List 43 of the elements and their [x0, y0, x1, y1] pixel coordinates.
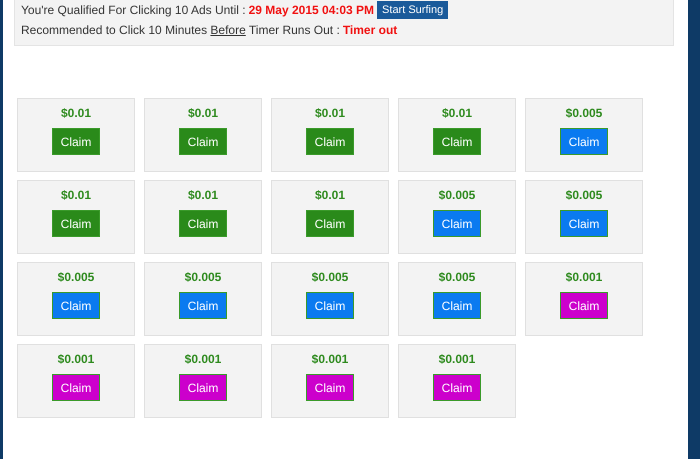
claim-button[interactable]: Claim	[179, 210, 227, 237]
claim-button[interactable]: Claim	[179, 374, 227, 401]
claim-button[interactable]: Claim	[560, 210, 608, 237]
claim-button[interactable]: Claim	[433, 210, 481, 237]
ad-amount: $0.001	[58, 352, 94, 366]
ad-amount: $0.005	[312, 270, 348, 284]
ad-amount: $0.005	[438, 188, 476, 202]
ad-amount: $0.001	[312, 352, 348, 366]
claim-button[interactable]: Claim	[52, 292, 100, 319]
claim-button[interactable]: Claim	[560, 292, 608, 319]
ad-amount: $0.005	[438, 270, 476, 284]
ad-amount: $0.005	[184, 270, 222, 284]
claim-button[interactable]: Claim	[52, 210, 100, 237]
claim-button[interactable]: Claim	[433, 128, 481, 155]
ad-amount: $0.005	[566, 106, 602, 120]
claim-button[interactable]: Claim	[306, 292, 354, 319]
ad-amount: $0.001	[184, 352, 222, 366]
ad-amount: $0.01	[60, 106, 92, 120]
claim-button[interactable]: Claim	[52, 128, 100, 155]
claim-button[interactable]: Claim	[560, 128, 608, 155]
claim-button[interactable]: Claim	[306, 128, 354, 155]
start-surfing-button[interactable]: Start Surfing	[377, 1, 448, 19]
ad-amount: $0.001	[438, 352, 476, 366]
ad-amount: $0.01	[60, 188, 92, 202]
ad-amount: $0.005	[58, 270, 94, 284]
ad-amount: $0.01	[188, 106, 218, 120]
claim-button[interactable]: Claim	[179, 292, 227, 319]
claim-button[interactable]: Claim	[306, 374, 354, 401]
claim-button[interactable]: Claim	[433, 374, 481, 401]
ad-amount: $0.01	[314, 106, 346, 120]
claim-button[interactable]: Claim	[52, 374, 100, 401]
claim-button[interactable]: Claim	[306, 210, 354, 237]
ad-amount: $0.005	[566, 188, 602, 202]
qualified-label: You're Qualified For Clicking 10 Ads Until :	[21, 2, 246, 19]
claim-button[interactable]: Claim	[433, 292, 481, 319]
qualified-until-date: 29 May 2015 04:03 PM	[248, 2, 374, 19]
ad-amount: $0.01	[188, 188, 218, 202]
timer-status: Timer out	[342, 22, 398, 39]
recommendation-text: Recommended to Click 10 Minutes Before Timer Runs Out :	[21, 22, 340, 39]
ad-amount: $0.01	[442, 106, 472, 120]
claim-button[interactable]: Claim	[179, 128, 227, 155]
ad-amount: $0.001	[566, 270, 602, 284]
ad-amount: $0.01	[314, 188, 346, 202]
